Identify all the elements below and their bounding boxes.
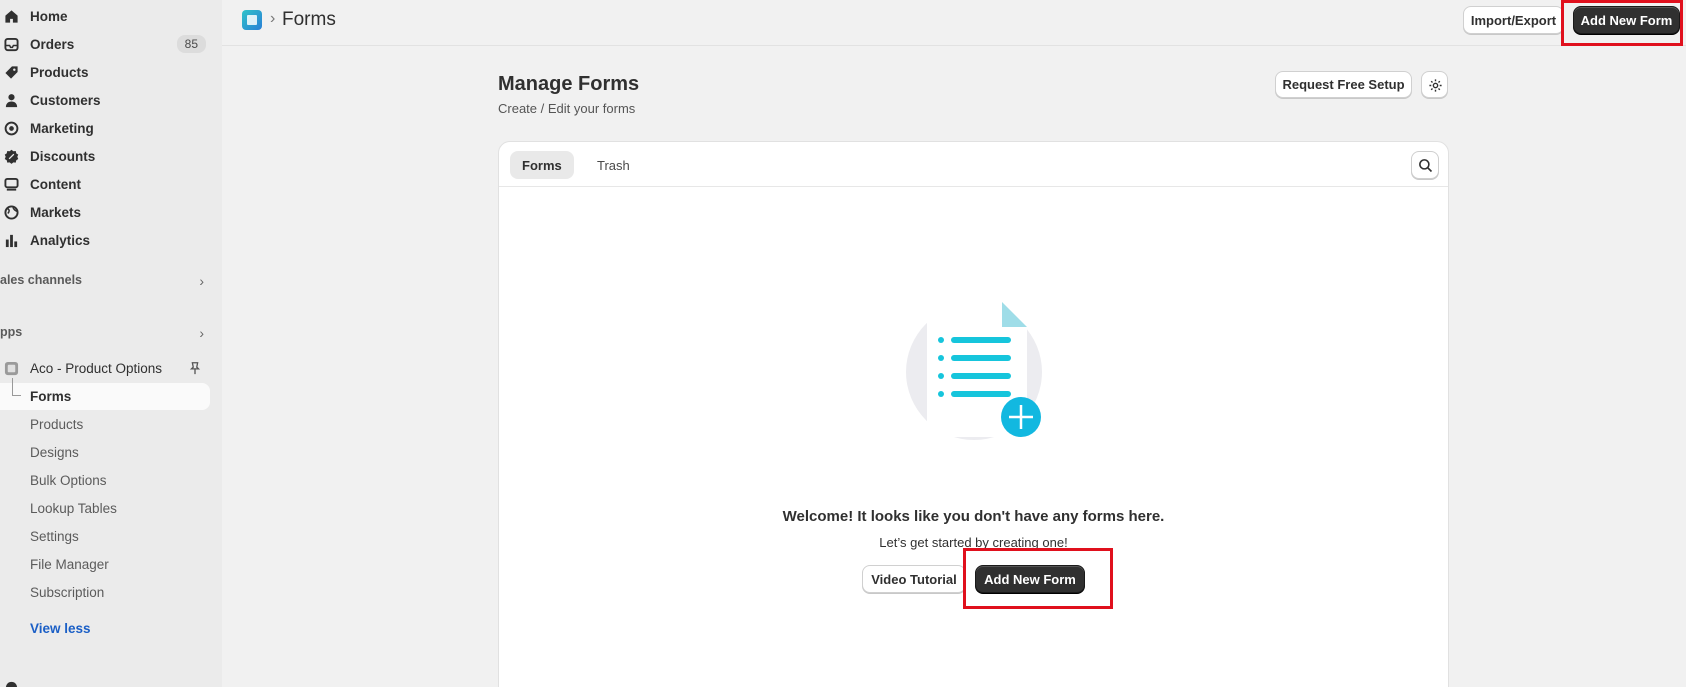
sidebar-item-analytics[interactable]: Analytics	[0, 226, 212, 254]
tree-connector	[12, 378, 21, 396]
sidebar-item-markets[interactable]: Markets	[0, 198, 212, 226]
sidebar-item-discounts[interactable]: Discounts	[0, 142, 212, 170]
chevron-right-icon: ›	[199, 325, 204, 341]
bar-chart-icon	[5, 234, 18, 248]
search-button[interactable]	[1411, 151, 1439, 179]
sidebar-app-aco-product-options[interactable]: Aco - Product Options	[0, 354, 212, 382]
target-icon	[4, 121, 19, 136]
globe-icon	[4, 205, 19, 220]
breadcrumb-chevron-icon: ›	[270, 10, 276, 27]
sidebar-item-products[interactable]: Products	[0, 58, 212, 86]
discount-icon	[4, 149, 19, 164]
sidebar-item-marketing[interactable]: Marketing	[0, 114, 212, 142]
sidebar-section-sales-channels[interactable]: ales channels ›	[0, 273, 212, 289]
empty-forms-illustration	[906, 302, 1042, 440]
page-title: Forms	[282, 9, 336, 30]
app-logo-icon[interactable]	[242, 10, 262, 30]
tab-forms[interactable]: Forms	[510, 151, 574, 179]
sidebar-subitem-settings[interactable]: Settings	[30, 529, 79, 544]
sidebar-item-content[interactable]: Content	[0, 170, 212, 198]
sidebar-item-customers[interactable]: Customers	[0, 86, 212, 114]
person-icon	[5, 94, 18, 108]
empty-state-title: Welcome! It looks like you don't have an…	[782, 508, 1165, 525]
view-less-link[interactable]: View less	[30, 621, 91, 636]
app-icon	[4, 361, 19, 376]
chevron-right-icon: ›	[199, 273, 204, 289]
sidebar-subitem-subscription[interactable]: Subscription	[30, 585, 104, 600]
tab-trash[interactable]: Trash	[585, 151, 642, 179]
sidebar-subitem-bulk-options[interactable]: Bulk Options	[30, 473, 107, 488]
sidebar-subitem-file-manager[interactable]: File Manager	[30, 557, 109, 572]
sidebar-subitem-products[interactable]: Products	[30, 417, 83, 432]
manage-forms-subtitle: Create / Edit your forms	[498, 101, 636, 116]
content-icon	[4, 177, 19, 191]
settings-gear-icon	[5, 681, 18, 687]
sidebar-section-apps[interactable]: pps ›	[0, 325, 212, 341]
sidebar-subitem-lookup-tables[interactable]: Lookup Tables	[30, 501, 117, 516]
sidebar: Home Orders 85 Products Customers Market…	[0, 0, 222, 687]
highlight-box-top	[1561, 0, 1683, 46]
sidebar-item-home[interactable]: Home	[0, 2, 212, 30]
sidebar-item-orders[interactable]: Orders 85	[0, 30, 212, 58]
orders-count-badge: 85	[176, 35, 206, 53]
request-free-setup-button[interactable]: Request Free Setup	[1275, 71, 1412, 98]
gear-icon	[1429, 79, 1442, 92]
video-tutorial-button[interactable]: Video Tutorial	[862, 565, 966, 593]
manage-forms-title: Manage Forms	[498, 73, 640, 95]
card-tab-bar: Forms Trash	[499, 142, 1448, 187]
tag-icon	[5, 66, 18, 79]
search-icon	[1419, 159, 1433, 173]
orders-icon	[4, 37, 19, 52]
settings-button[interactable]	[1421, 71, 1448, 98]
import-export-button[interactable]: Import/Export	[1463, 6, 1564, 34]
sidebar-subitem-designs[interactable]: Designs	[30, 445, 79, 460]
home-icon	[5, 10, 18, 23]
sidebar-subitem-forms[interactable]: Forms	[30, 389, 71, 404]
highlight-box-empty	[963, 548, 1113, 609]
pin-icon[interactable]	[188, 361, 202, 375]
